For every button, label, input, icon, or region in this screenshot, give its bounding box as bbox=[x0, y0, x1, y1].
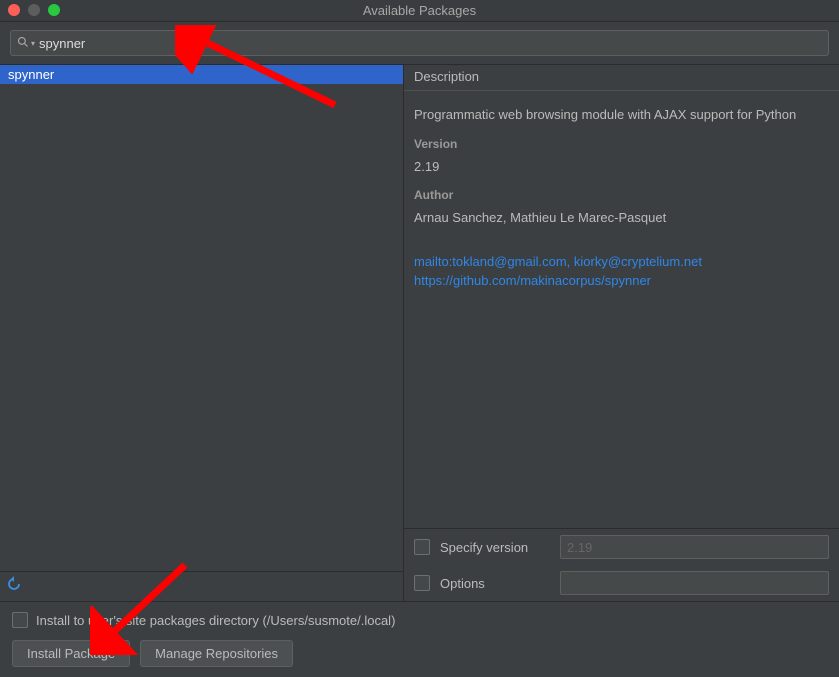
refresh-icon[interactable] bbox=[6, 576, 22, 597]
description-body: Programmatic web browsing module with AJ… bbox=[404, 91, 839, 528]
search-filter-dropdown-icon[interactable]: ▾ bbox=[31, 39, 35, 48]
homepage-link[interactable]: https://github.com/makinacorpus/spynner bbox=[414, 271, 829, 291]
window-maximize-button[interactable] bbox=[48, 4, 60, 16]
install-user-site-label: Install to user's site packages director… bbox=[36, 613, 395, 628]
version-value: 2.19 bbox=[414, 157, 829, 177]
description-header: Description bbox=[404, 65, 839, 91]
package-results-list[interactable]: spynner bbox=[0, 65, 403, 571]
titlebar: Available Packages bbox=[0, 0, 839, 22]
search-field[interactable]: ▾ spynner bbox=[10, 30, 829, 56]
package-summary: Programmatic web browsing module with AJ… bbox=[414, 105, 829, 125]
author-label: Author bbox=[414, 186, 829, 204]
options-label: Options bbox=[440, 576, 550, 591]
search-icon bbox=[17, 36, 29, 51]
mailto-link[interactable]: mailto:tokland@gmail.com, kiorky@cryptel… bbox=[414, 252, 829, 272]
search-input[interactable]: spynner bbox=[39, 36, 822, 51]
options-input[interactable] bbox=[560, 571, 829, 595]
window-close-button[interactable] bbox=[8, 4, 20, 16]
window-minimize-button[interactable] bbox=[28, 4, 40, 16]
author-value: Arnau Sanchez, Mathieu Le Marec-Pasquet bbox=[414, 208, 829, 228]
package-result-item[interactable]: spynner bbox=[0, 65, 403, 84]
window-title: Available Packages bbox=[363, 3, 476, 18]
install-package-button[interactable]: Install Package bbox=[12, 640, 130, 667]
manage-repositories-button[interactable]: Manage Repositories bbox=[140, 640, 293, 667]
install-user-site-checkbox[interactable] bbox=[12, 612, 28, 628]
version-label: Version bbox=[414, 135, 829, 153]
specify-version-input[interactable]: 2.19 bbox=[560, 535, 829, 559]
specify-version-checkbox[interactable] bbox=[414, 539, 430, 555]
options-checkbox[interactable] bbox=[414, 575, 430, 591]
specify-version-label: Specify version bbox=[440, 540, 550, 555]
